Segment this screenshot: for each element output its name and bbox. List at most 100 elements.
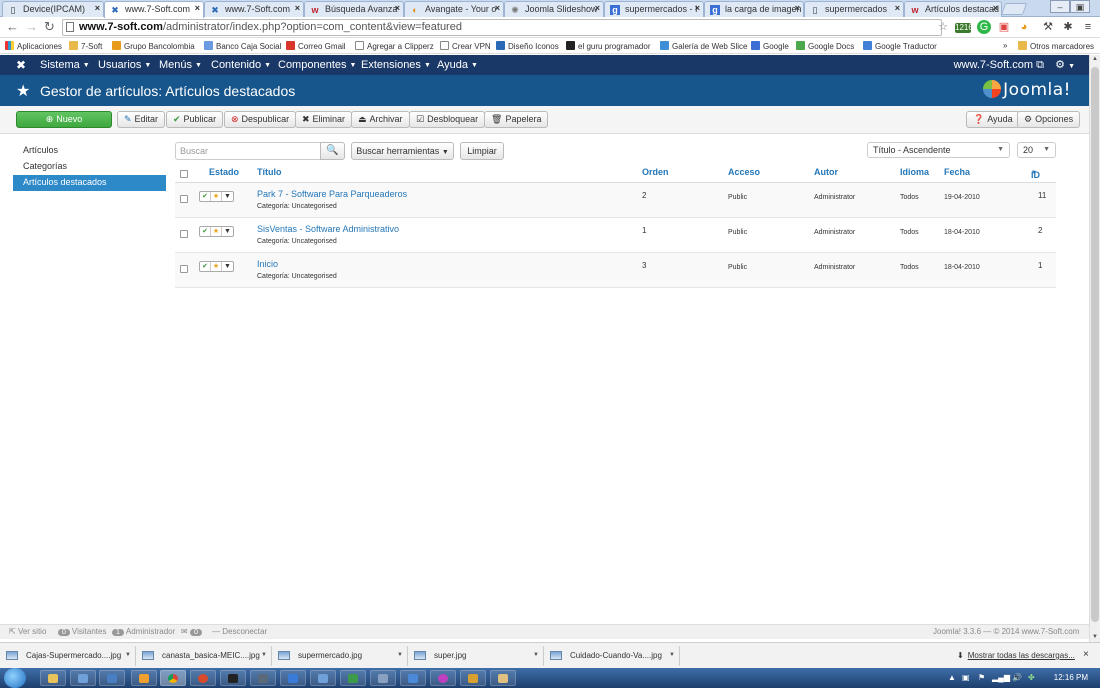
column-order[interactable]: Orden <box>642 167 669 177</box>
bookmark-apps[interactable]: Aplicaciones <box>5 41 62 51</box>
new-button[interactable]: ⊕ Nuevo <box>16 111 112 128</box>
download-item[interactable]: supermercado.jpg ▼ <box>272 646 408 666</box>
close-tab-icon[interactable]: × <box>95 3 100 13</box>
menu-extensiones[interactable]: Extensiones ▼ <box>361 59 431 71</box>
close-tab-icon[interactable]: × <box>895 3 900 13</box>
taskbar-app[interactable] <box>430 670 456 686</box>
column-language[interactable]: Idioma <box>900 167 929 177</box>
chrome-extension-icon[interactable]: ◕ <box>1017 20 1031 34</box>
start-button[interactable] <box>4 668 26 688</box>
bookmarks-overflow-button[interactable]: » <box>1003 41 1007 50</box>
restore-icon[interactable]: ▣ <box>1070 0 1090 13</box>
signal-icon[interactable]: ▂▄▆ <box>992 673 1010 682</box>
featured-star-icon[interactable]: ★ <box>211 192 222 201</box>
scrollbar-thumb[interactable] <box>1091 67 1099 622</box>
article-author[interactable]: Administrator <box>814 229 855 236</box>
browser-tab[interactable]: ▯ supermercados × <box>804 1 904 17</box>
tray-expand-icon[interactable]: ▲ <box>948 673 956 682</box>
chrome-menu-icon[interactable]: ≡ <box>1081 20 1095 34</box>
column-title[interactable]: Título <box>257 167 282 177</box>
download-item[interactable]: canasta_basica-MEIC....jpg ▼ <box>136 646 272 666</box>
browser-tab[interactable]: g la carga de imagen × <box>704 1 804 17</box>
other-bookmarks[interactable]: Otros marcadores <box>1018 41 1094 51</box>
logout-link[interactable]: — Desconectar <box>212 627 267 636</box>
search-button[interactable]: 🔍 <box>320 142 345 160</box>
extension-badge[interactable]: 1216 <box>955 23 973 33</box>
tool-icon[interactable]: ⚒ <box>1041 20 1055 34</box>
volume-icon[interactable]: 🔊 <box>1012 673 1022 682</box>
taskbar-explorer[interactable] <box>40 670 66 686</box>
published-check-icon[interactable]: ✔ <box>200 262 211 271</box>
caret-down-icon[interactable]: ▼ <box>222 262 233 271</box>
browser-tab[interactable]: ✺ Joomla Slideshow × <box>504 1 604 17</box>
column-access[interactable]: Acceso <box>728 167 760 177</box>
bookmark-item[interactable]: Google Traductor <box>863 41 937 51</box>
pocket-icon[interactable]: ▣ <box>997 20 1011 34</box>
page-info-icon[interactable] <box>66 22 74 32</box>
menu-contenido[interactable]: Contenido ▼ <box>211 59 271 71</box>
taskbar-app[interactable] <box>280 670 306 686</box>
view-site-link[interactable]: www.7-Soft.com ⧉ <box>954 59 1044 72</box>
spider-icon[interactable]: ✱ <box>1061 20 1075 34</box>
download-item[interactable]: Cajas-Supermercado....jpg ▼ <box>0 646 136 666</box>
article-title-link[interactable]: Inicio <box>257 259 278 269</box>
caret-down-icon[interactable]: ▼ <box>669 652 675 658</box>
new-tab-button[interactable] <box>1000 3 1028 15</box>
options-button[interactable]: ⚙ Opciones <box>1017 111 1081 128</box>
close-shelf-icon[interactable]: × <box>1083 649 1089 660</box>
taskbar-app[interactable] <box>70 670 96 686</box>
grammarly-icon[interactable]: G <box>977 20 991 34</box>
caret-down-icon[interactable]: ▼ <box>261 652 267 658</box>
caret-down-icon[interactable]: ▼ <box>222 227 233 236</box>
taskbar-app[interactable] <box>340 670 366 686</box>
trash-button[interactable]: 🗑 Papelera <box>484 111 549 128</box>
download-item[interactable]: Cuidado-Cuando-Va....jpg ▼ <box>544 646 680 666</box>
browser-tab[interactable]: ◐ Avangate - Your o × <box>404 1 504 17</box>
browser-tab-active[interactable]: ✖ www.7-Soft.com × <box>104 1 204 18</box>
taskbar-app[interactable] <box>370 670 396 686</box>
menu-sistema[interactable]: Sistema ▼ <box>40 59 90 71</box>
bookmark-item[interactable]: Agregar a Clipperz <box>355 41 434 51</box>
scroll-down-icon[interactable]: ▼ <box>1092 634 1098 640</box>
taskbar-app[interactable] <box>490 670 516 686</box>
row-checkbox[interactable] <box>180 230 188 238</box>
menu-usuarios[interactable]: Usuarios ▼ <box>98 59 151 71</box>
taskbar-app[interactable] <box>400 670 426 686</box>
menu-menus[interactable]: Menús ▼ <box>159 59 202 71</box>
close-tab-icon[interactable]: × <box>195 3 200 13</box>
search-tools-button[interactable]: Buscar herramientas ▼ <box>351 142 454 160</box>
close-tab-icon[interactable]: × <box>695 3 700 13</box>
article-author[interactable]: Administrator <box>814 194 855 201</box>
taskbar-app[interactable] <box>310 670 336 686</box>
forward-icon[interactable]: → <box>25 20 38 34</box>
delete-button[interactable]: ✖ Eliminar <box>295 111 353 128</box>
search-input[interactable]: Buscar <box>175 142 321 160</box>
url-input[interactable]: www.7-soft.com/administrator/index.php?o… <box>62 19 942 36</box>
edit-button[interactable]: ✎ Editar <box>117 111 166 128</box>
help-button[interactable]: ❓ Ayuda <box>966 111 1020 128</box>
limit-select[interactable]: 20 ▼ <box>1017 142 1056 158</box>
featured-star-icon[interactable]: ★ <box>211 227 222 236</box>
row-checkbox[interactable] <box>180 195 188 203</box>
browser-tab[interactable]: ▯ Device(IPCAM) × <box>2 1 104 17</box>
browser-tab[interactable]: ✖ www.7-Soft.com × <box>204 1 304 17</box>
browser-tab[interactable]: w Búsqueda Avanza × <box>304 1 404 17</box>
bookmark-item[interactable]: Banco Caja Social <box>204 41 281 51</box>
close-tab-icon[interactable]: × <box>795 3 800 13</box>
caret-down-icon[interactable]: ▼ <box>397 652 403 658</box>
sidebar-item-articles[interactable]: Artículos <box>13 143 166 159</box>
article-title-link[interactable]: SisVentas - Software Administrativo <box>257 224 399 234</box>
browser-tab[interactable]: w Artículos destacad × <box>904 1 1002 17</box>
page-scrollbar[interactable]: ▲ ▼ <box>1089 55 1100 642</box>
bookmark-star-icon[interactable]: ☆ <box>936 20 950 34</box>
tray-app-icon[interactable]: ▣ <box>962 673 970 682</box>
messages-status[interactable]: ✉ 0 <box>181 627 204 636</box>
publish-button[interactable]: ✔ Publicar <box>166 111 224 128</box>
column-date[interactable]: Fecha <box>944 167 970 177</box>
user-menu-gear-icon[interactable]: ⚙ ▼ <box>1055 58 1075 71</box>
archive-button[interactable]: ⏏ Archivar <box>351 111 410 128</box>
bookmark-item[interactable]: Diseño Iconos <box>496 41 559 51</box>
close-tab-icon[interactable]: × <box>395 3 400 13</box>
reload-icon[interactable]: ↻ <box>44 20 55 34</box>
taskbar-app[interactable] <box>250 670 276 686</box>
